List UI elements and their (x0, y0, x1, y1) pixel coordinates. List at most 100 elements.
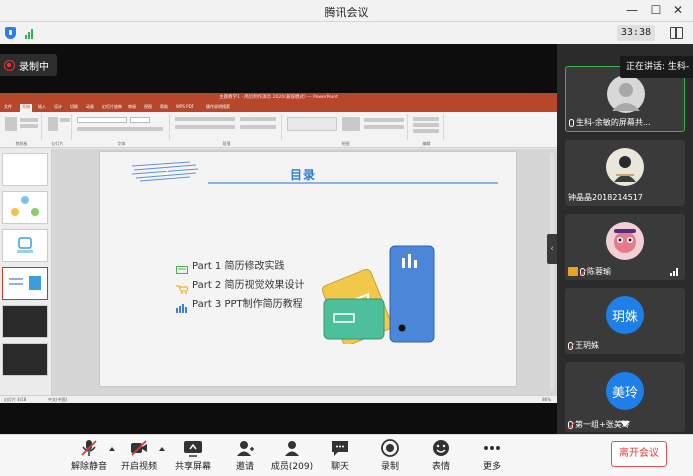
slide-thumbnail[interactable] (2, 305, 48, 338)
emoji-icon (431, 439, 451, 457)
ribbon-group-editing: 编辑 (410, 114, 444, 146)
chart-icon (176, 298, 188, 313)
ribbon-group-drawing: 绘图 (284, 114, 408, 146)
close-icon[interactable]: ✕ (669, 2, 687, 18)
avatar: 美玲 (606, 372, 644, 410)
video-options-caret-icon[interactable] (159, 447, 165, 451)
chat-label: 聊天 (330, 462, 349, 472)
shared-screen-area: 录制中 主题教学1 · 简历制作演示 2020(兼容模式) — PowerPoi… (0, 44, 557, 434)
record-button[interactable]: 录制 (365, 439, 415, 473)
ppt-ribbon: 剪贴板 幻灯片 字体 段落 绘图 编辑 (0, 112, 557, 148)
participant-tile[interactable]: 钟晶晶2018214517 (565, 140, 685, 206)
slide-thumbnail[interactable] (2, 191, 48, 224)
ppt-tab[interactable]: 切换 (70, 104, 78, 110)
members-button[interactable]: 成员(209) (267, 439, 317, 473)
ppt-tab[interactable]: 设计 (54, 104, 62, 110)
ribbon-group-paragraph: 段落 (172, 114, 282, 146)
ppt-tab[interactable]: 动画 (86, 104, 94, 110)
participant-name: 陈蓉瑜 (587, 267, 611, 276)
toc-item-label: Part 2 简历视觉效果设计 (192, 280, 305, 291)
recording-badge[interactable]: 录制中 (0, 54, 57, 76)
collapse-panel-handle[interactable]: ‹ (547, 234, 557, 264)
ppt-vertical-scrollbar[interactable] (550, 153, 554, 389)
ppt-ribbon-tabs: 文件 开始 插入 设计 切换 动画 幻灯片放映 审阅 视图 帮助 WPS PDF… (0, 103, 557, 112)
ppt-tab[interactable]: 视图 (144, 104, 152, 110)
microphone-muted-icon (580, 267, 585, 276)
title-bar: 腾讯会议 — ☐ ✕ (0, 0, 693, 22)
maximize-icon[interactable]: ☐ (647, 2, 665, 18)
ribbon-group-label: 绘图 (341, 141, 350, 146)
leave-meeting-button[interactable]: 离开会议 (611, 441, 667, 467)
ppt-tab[interactable]: 插入 (38, 104, 46, 110)
signal-bars-icon (670, 268, 679, 276)
participant-tile[interactable]: 玥姝 王玥姝 (565, 288, 685, 354)
ribbon-group-clipboard: 剪贴板 (2, 114, 42, 146)
toc-item-label: Part 3 PPT制作简历教程 (192, 299, 303, 310)
share-screen-label: 共享屏幕 (174, 462, 211, 472)
participant-video-panel: 生科-余敏的屏幕共... 钟晶晶2018214517 陈蓉瑜 玥姝 王玥姝 美玲… (557, 44, 693, 434)
ribbon-group-label: 字体 (117, 141, 126, 146)
toc-item: Part 3 PPT制作简历教程 (176, 295, 303, 313)
slide-thumbnail[interactable] (2, 153, 48, 186)
cards-illustration-icon (321, 245, 435, 344)
scroll-down-arrow-icon[interactable] (620, 421, 630, 427)
ppt-tab[interactable]: WPS PDF (176, 104, 194, 109)
active-speaker-tooltip: 正在讲话: 生科- (620, 56, 693, 78)
participant-name-row: 钟晶晶2018214517 (568, 192, 643, 203)
network-signal-icon[interactable] (25, 28, 37, 39)
ppt-title: 主题教学1 · 简历制作演示 2020(兼容模式) — PowerPoint (219, 95, 338, 100)
ppt-tab[interactable]: 幻灯片放映 (102, 104, 122, 110)
members-label: 成员(209) (270, 462, 314, 472)
record-label: 录制 (380, 462, 399, 472)
more-label: 更多 (482, 462, 501, 472)
share-screen-button[interactable]: 共享屏幕 (168, 439, 218, 473)
share-screen-icon (183, 439, 203, 457)
slide: 2 目录 Part 1 简历修改实践 Part 2 简历视觉效果设计 Part … (100, 152, 516, 386)
microphone-muted-icon (79, 439, 99, 457)
participant-name-row: 生科-余敏的屏幕共... (569, 117, 651, 128)
unmute-label: 解除静音 (70, 462, 107, 472)
powerpoint-window: 主题教学1 · 简历制作演示 2020(兼容模式) — PowerPoint 文… (0, 93, 557, 403)
user-badge-icon (568, 267, 578, 276)
more-button[interactable]: 更多 (467, 439, 517, 473)
ppt-tab[interactable]: 文件 (4, 104, 12, 110)
security-shield-icon[interactable] (5, 27, 16, 39)
tencent-meeting-window: 腾讯会议 — ☐ ✕ 33:38 录制中 主题教学1 · 简历制作演示 2020… (0, 0, 693, 476)
ppt-tab[interactable]: 帮助 (160, 104, 168, 110)
ppt-tab[interactable]: 审阅 (128, 104, 136, 110)
layout-icon[interactable] (670, 27, 683, 39)
minimize-icon[interactable]: — (623, 2, 641, 18)
slide-canvas: 2 目录 Part 1 简历修改实践 Part 2 简历视觉效果设计 Part … (52, 149, 557, 395)
avatar (606, 148, 644, 186)
ppt-tab[interactable]: 开始 (20, 104, 32, 112)
unmute-button[interactable]: 解除静音 (64, 439, 114, 473)
invite-button[interactable]: 邀请 (220, 439, 270, 473)
avatar: 玥姝 (606, 296, 644, 334)
title-underline (208, 182, 498, 184)
cart-icon (176, 279, 189, 294)
start-video-button[interactable]: 开启视频 (114, 439, 164, 473)
participant-name: 钟晶晶2018214517 (568, 193, 643, 202)
camera-off-icon (129, 439, 149, 457)
slide-thumbnail[interactable] (2, 343, 48, 376)
reactions-label: 表情 (431, 462, 450, 472)
zoom-level[interactable]: 86% (542, 397, 551, 402)
chat-icon (330, 439, 350, 457)
slide-title: 目录 (290, 168, 317, 182)
tell-me-search[interactable]: 操作说明搜索 (206, 104, 230, 110)
window-title: 腾讯会议 (324, 6, 369, 19)
slide-thumbnail-selected[interactable] (2, 267, 48, 300)
microphone-icon (569, 118, 574, 127)
members-icon (282, 439, 302, 457)
slide-thumbnail[interactable] (2, 229, 48, 262)
participant-name-row: 陈蓉瑜 (568, 266, 611, 277)
chat-button[interactable]: 聊天 (315, 439, 365, 473)
reactions-button[interactable]: 表情 (416, 439, 466, 473)
ribbon-group-font: 字体 (74, 114, 170, 146)
microphone-muted-icon (568, 341, 573, 350)
status-bar: 33:38 (0, 22, 693, 44)
toc-item-label: Part 1 简历修改实践 (192, 261, 285, 272)
more-dots-icon (482, 439, 502, 457)
avatar (607, 75, 645, 113)
participant-tile[interactable]: 陈蓉瑜 (565, 214, 685, 280)
